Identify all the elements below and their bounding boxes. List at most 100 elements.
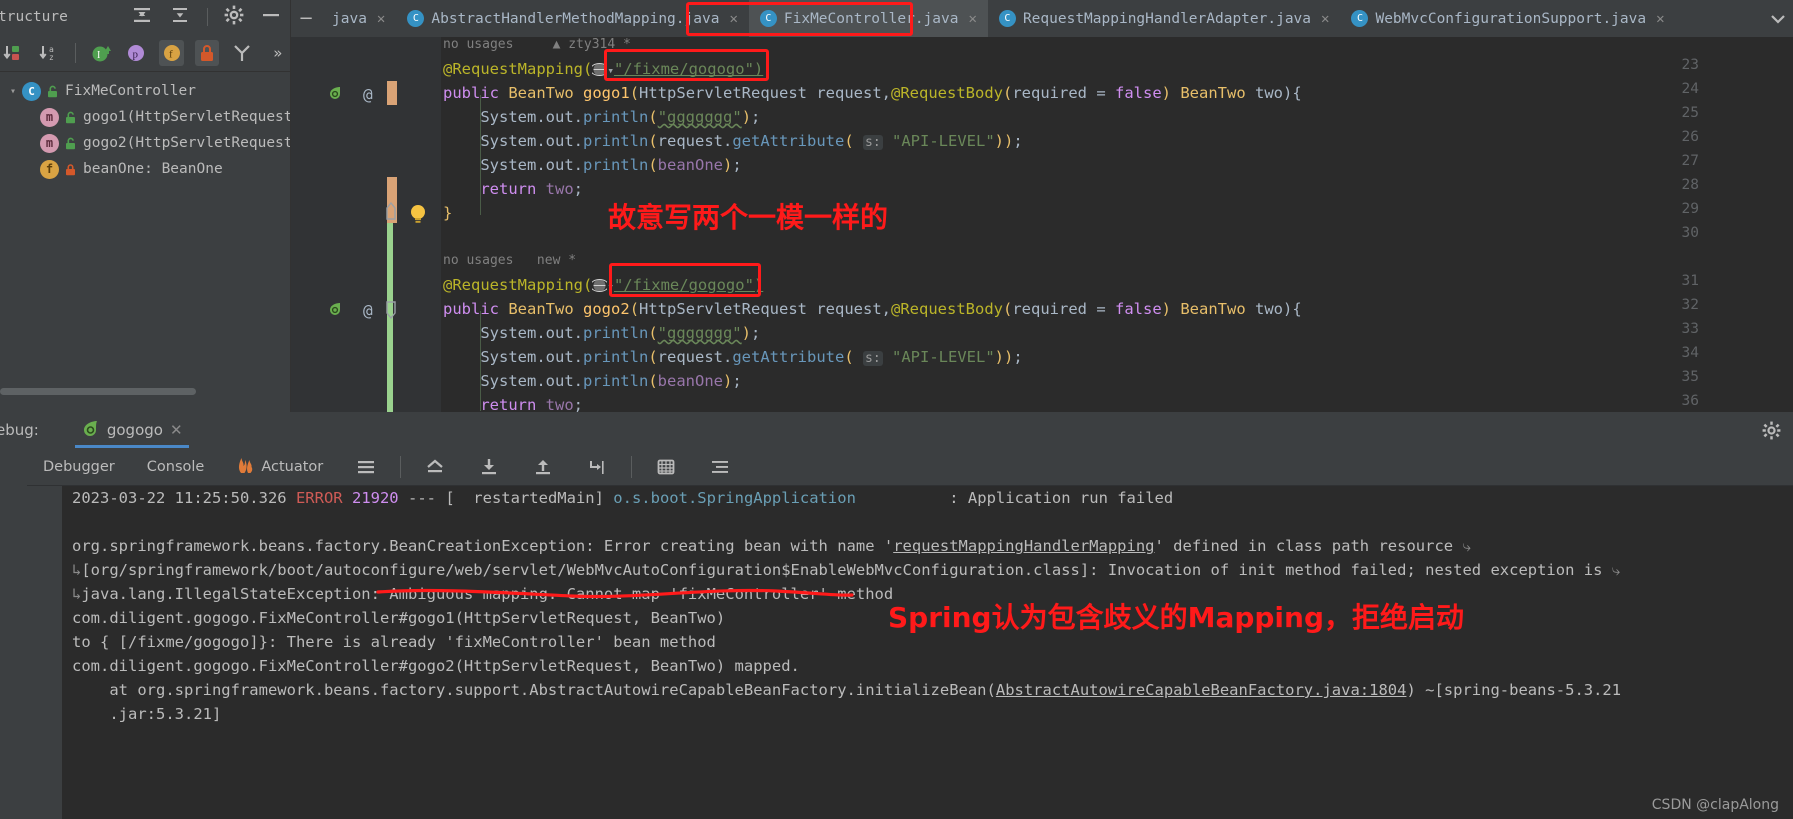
- sort-alphabetically-icon[interactable]: az: [37, 40, 61, 66]
- console-link-stacktrace[interactable]: AbstractAutowireCapableBeanFactory.java:…: [996, 681, 1407, 699]
- actuator-flame-icon: [236, 456, 255, 478]
- close-icon[interactable]: ✕: [1321, 11, 1329, 27]
- expand-fold-icon[interactable]: [384, 299, 398, 323]
- code-line-33: System.out.println("ggggggg");: [443, 324, 761, 342]
- console-line-0: 2023-03-22 11:25:50.326 ERROR 21920 --- …: [72, 489, 1174, 507]
- editor-tab-0[interactable]: java ✕: [321, 0, 397, 37]
- close-icon[interactable]: ✕: [729, 11, 737, 27]
- class-icon: C: [22, 81, 41, 101]
- intention-bulb-icon[interactable]: [408, 203, 428, 229]
- close-icon[interactable]: ✕: [377, 11, 385, 27]
- modified-marker: [387, 177, 397, 201]
- tree-item-label: gogo1(HttpServletRequest,: [83, 109, 290, 125]
- console-line-8: at org.springframework.beans.factory.sup…: [72, 681, 1622, 699]
- editor-tab-4[interactable]: C WebMvcConfigurationSupport.java ✕: [1340, 0, 1676, 37]
- console-line-6: to { [/fixme/gogogo]}: There is already …: [72, 633, 716, 651]
- structure-hscrollbar[interactable]: [0, 386, 291, 396]
- tree-item-field-beanone[interactable]: f beanOne: BeanOne: [0, 156, 290, 182]
- sort-by-visibility-icon[interactable]: [2, 40, 26, 66]
- editor-tab-3[interactable]: C RequestMappingHandlerAdapter.java ✕: [987, 0, 1341, 37]
- globe-icon[interactable]: [590, 60, 610, 77]
- collapse-all-icon[interactable]: [169, 5, 191, 29]
- console-line-4: ↳java.lang.IllegalStateException: Ambigu…: [72, 585, 894, 603]
- line-number: 33: [1681, 321, 1699, 337]
- close-icon[interactable]: ✕: [1656, 11, 1664, 27]
- globe-icon[interactable]: [590, 276, 610, 293]
- code-line-25: System.out.println("ggggggg");: [443, 108, 761, 126]
- hide-panel-icon[interactable]: [260, 5, 282, 29]
- mapping-url-1[interactable]: "/fixme/gogogo"): [614, 60, 763, 78]
- mapping-url-2[interactable]: "/fixme/gogogo"): [614, 276, 763, 294]
- annotation-gutter-icon[interactable]: @: [363, 85, 373, 104]
- line-number: 28: [1681, 177, 1699, 193]
- console-link-bean[interactable]: requestMappingHandlerMapping: [893, 537, 1154, 555]
- scroll-to-end-icon[interactable]: [570, 457, 624, 477]
- debug-title: ebug:: [0, 421, 39, 439]
- tree-item-class[interactable]: ▾ C FixMeController: [0, 78, 290, 104]
- private-lock-icon: [63, 163, 78, 176]
- layout-settings-icon[interactable]: [339, 458, 393, 476]
- line-number: 23: [1681, 57, 1699, 73]
- show-fields-icon[interactable]: f: [159, 39, 184, 66]
- show-non-public-icon[interactable]: [194, 39, 220, 66]
- hide-structure-icon[interactable]: −: [291, 0, 321, 37]
- gear-icon[interactable]: [224, 5, 244, 29]
- svg-text:z: z: [49, 53, 54, 62]
- show-hierarchy-icon[interactable]: [230, 40, 254, 66]
- show-inherited-icon[interactable]: I: [89, 40, 113, 66]
- tab-label: WebMvcConfigurationSupport.java: [1375, 10, 1647, 27]
- tab-debugger[interactable]: Debugger: [27, 459, 131, 475]
- line-number: 24: [1681, 81, 1699, 97]
- download-icon[interactable]: [462, 457, 516, 477]
- print-console-icon[interactable]: [639, 457, 693, 477]
- show-properties-icon[interactable]: p: [124, 40, 148, 66]
- line-number: 25: [1681, 105, 1699, 121]
- line-number: 31: [1681, 273, 1699, 289]
- class-icon: C: [1351, 10, 1369, 27]
- gear-icon[interactable]: [1762, 421, 1781, 444]
- console-line-5: com.diligent.gogogo.FixMeController#gogo…: [72, 609, 726, 627]
- close-icon[interactable]: ✕: [969, 11, 977, 27]
- annotation-text-console: Spring认为包含歧义的Mapping，拒绝启动: [888, 601, 1465, 634]
- code-editor[interactable]: 23 24 25 26 27 28 29 30 31 32 33 34 35 3…: [291, 37, 1793, 412]
- editor-tab-fixmecontroller[interactable]: C FixMeController.java ✕: [748, 0, 988, 37]
- tab-list-chevron-icon[interactable]: [1763, 0, 1793, 37]
- line-number: 29: [1681, 201, 1699, 217]
- tree-item-label: beanOne: BeanOne: [83, 161, 223, 177]
- scroll-to-top-icon[interactable]: [408, 457, 462, 477]
- console-output[interactable]: 2023-03-22 11:25:50.326 ERROR 21920 --- …: [62, 486, 1793, 819]
- run-config-tab-gogogo[interactable]: gogogo ✕: [74, 412, 189, 448]
- line-number: 35: [1681, 369, 1699, 385]
- more-options-icon[interactable]: »: [266, 40, 290, 66]
- code-line-24: public BeanTwo gogo1(HttpServletRequest …: [443, 84, 1302, 102]
- upload-icon[interactable]: [516, 457, 570, 477]
- line-number: 32: [1681, 297, 1699, 313]
- code-line-36: return two;: [443, 396, 584, 412]
- param-name-hint: s:: [863, 351, 883, 366]
- modified-marker: [387, 81, 397, 105]
- expand-all-icon[interactable]: [131, 5, 153, 29]
- structure-header: tructure: [0, 0, 290, 34]
- close-icon[interactable]: ✕: [170, 421, 183, 439]
- svg-text:I: I: [97, 50, 100, 61]
- code-line-29: }: [443, 204, 453, 222]
- tree-item-method-gogo2[interactable]: m gogo2(HttpServletRequest,: [0, 130, 290, 156]
- chevron-down-icon[interactable]: ▾: [4, 86, 22, 97]
- line-number: 27: [1681, 153, 1699, 169]
- tab-actuator[interactable]: Actuator: [220, 456, 339, 478]
- idea-window: tructure az I p f » ▾ C FixMeController …: [0, 0, 1793, 819]
- spring-bean-gutter-icon[interactable]: [327, 301, 343, 321]
- structure-toolbar: az I p f »: [0, 34, 290, 72]
- editor-tab-1[interactable]: C AbstractHandlerMethodMapping.java ✕: [396, 0, 749, 37]
- tab-console[interactable]: Console: [131, 459, 221, 475]
- soft-wrap-icon[interactable]: [693, 457, 747, 477]
- spring-bean-gutter-icon[interactable]: [327, 85, 343, 105]
- public-lock-open-icon: [45, 85, 60, 98]
- spring-boot-icon: [81, 419, 100, 442]
- code-line-31: @RequestMapping(▾"/fixme/gogogo"): [443, 276, 764, 294]
- watermark: CSDN @clapAlong: [1651, 797, 1779, 813]
- structure-tool-window: tructure az I p f » ▾ C FixMeController …: [0, 0, 291, 440]
- run-config-label: gogogo: [106, 421, 163, 439]
- tree-item-method-gogo1[interactable]: m gogo1(HttpServletRequest,: [0, 104, 290, 130]
- annotation-gutter-icon[interactable]: @: [363, 301, 373, 320]
